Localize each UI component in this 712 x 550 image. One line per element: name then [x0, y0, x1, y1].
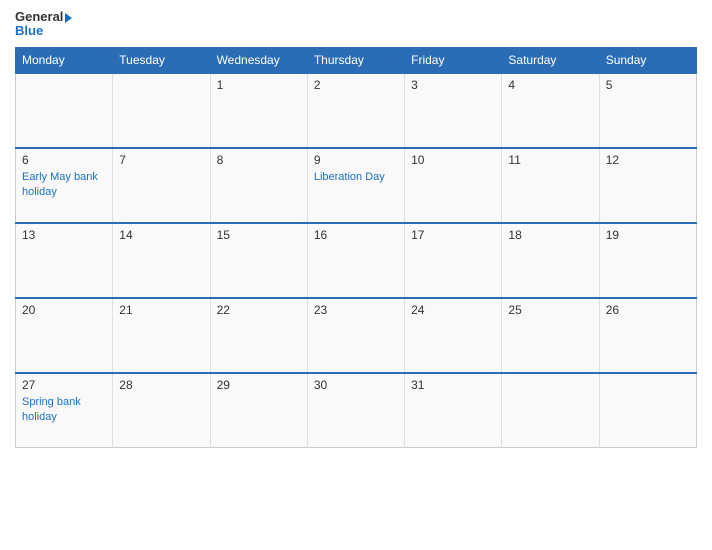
calendar-cell: 1	[210, 73, 307, 148]
day-number: 15	[217, 228, 301, 242]
calendar-cell: 13	[16, 223, 113, 298]
calendar-cell	[113, 73, 210, 148]
calendar-cell: 8	[210, 148, 307, 223]
day-number: 19	[606, 228, 690, 242]
calendar-cell: 6 Early May bank holiday	[16, 148, 113, 223]
calendar-cell: 26	[599, 298, 696, 373]
calendar-cell: 17	[405, 223, 502, 298]
day-number: 28	[119, 378, 203, 392]
calendar-week-row: 6 Early May bank holiday 789 Liberation Day…	[16, 148, 697, 223]
logo-triangle-icon	[65, 13, 72, 23]
calendar-cell: 30	[307, 373, 404, 448]
calendar-cell: 15	[210, 223, 307, 298]
day-number: 27	[22, 378, 106, 392]
calendar-cell: 5	[599, 73, 696, 148]
header: General Blue	[15, 10, 697, 39]
calendar-cell: 18	[502, 223, 599, 298]
calendar-page: General Blue MondayTuesdayWednesdayThurs…	[0, 0, 712, 550]
day-number: 13	[22, 228, 106, 242]
logo-general-text: General	[15, 10, 63, 24]
weekday-header: Thursday	[307, 47, 404, 73]
day-number: 25	[508, 303, 592, 317]
calendar-cell: 29	[210, 373, 307, 448]
calendar-cell	[599, 373, 696, 448]
calendar-cell: 14	[113, 223, 210, 298]
calendar-cell: 11	[502, 148, 599, 223]
day-number: 24	[411, 303, 495, 317]
calendar-week-row: 20 21 22 23 24 25 26	[16, 298, 697, 373]
weekday-header: Monday	[16, 47, 113, 73]
calendar-week-row: 13 14 15 16 17 18 19	[16, 223, 697, 298]
calendar-cell: 31	[405, 373, 502, 448]
calendar-cell: 19	[599, 223, 696, 298]
day-number: 11	[508, 153, 592, 167]
day-number: 4	[508, 78, 592, 92]
day-number: 17	[411, 228, 495, 242]
calendar-week-row: 12345	[16, 73, 697, 148]
calendar-cell: 23	[307, 298, 404, 373]
calendar-cell: 21	[113, 298, 210, 373]
calendar-cell: 4	[502, 73, 599, 148]
weekday-header: Sunday	[599, 47, 696, 73]
day-number: 6	[22, 153, 106, 167]
day-number: 16	[314, 228, 398, 242]
logo: General Blue	[15, 10, 72, 39]
calendar-cell: 7	[113, 148, 210, 223]
calendar-table: MondayTuesdayWednesdayThursdayFridaySatu…	[15, 47, 697, 449]
day-number: 7	[119, 153, 203, 167]
day-number: 23	[314, 303, 398, 317]
day-number: 14	[119, 228, 203, 242]
day-number: 18	[508, 228, 592, 242]
weekday-header: Friday	[405, 47, 502, 73]
day-number: 21	[119, 303, 203, 317]
day-event: Early May bank holiday	[22, 171, 98, 198]
day-event: Spring bank holiday	[22, 396, 81, 423]
day-number: 9	[314, 153, 398, 167]
day-number: 1	[217, 78, 301, 92]
day-number: 29	[217, 378, 301, 392]
calendar-cell: 25	[502, 298, 599, 373]
calendar-cell: 28	[113, 373, 210, 448]
day-number: 31	[411, 378, 495, 392]
calendar-cell	[16, 73, 113, 148]
calendar-cell: 27 Spring bank holiday	[16, 373, 113, 448]
calendar-cell: 20	[16, 298, 113, 373]
calendar-cell: 12	[599, 148, 696, 223]
weekday-row: MondayTuesdayWednesdayThursdayFridaySatu…	[16, 47, 697, 73]
calendar-cell: 24	[405, 298, 502, 373]
weekday-header: Tuesday	[113, 47, 210, 73]
day-number: 12	[606, 153, 690, 167]
calendar-week-row: 27 Spring bank holiday 28 29 30 31	[16, 373, 697, 448]
weekday-header: Saturday	[502, 47, 599, 73]
day-number: 5	[606, 78, 690, 92]
logo-blue-text: Blue	[15, 24, 72, 38]
calendar-cell: 2	[307, 73, 404, 148]
day-number: 3	[411, 78, 495, 92]
day-number: 30	[314, 378, 398, 392]
day-event: Liberation Day	[314, 171, 385, 183]
day-number: 22	[217, 303, 301, 317]
calendar-cell: 9 Liberation Day	[307, 148, 404, 223]
calendar-cell: 10	[405, 148, 502, 223]
day-number: 26	[606, 303, 690, 317]
calendar-header: MondayTuesdayWednesdayThursdayFridaySatu…	[16, 47, 697, 73]
calendar-body: 123456Early May bank holiday789Liberatio…	[16, 73, 697, 448]
day-number: 20	[22, 303, 106, 317]
calendar-cell: 3	[405, 73, 502, 148]
day-number: 2	[314, 78, 398, 92]
calendar-cell: 22	[210, 298, 307, 373]
calendar-cell	[502, 373, 599, 448]
day-number: 10	[411, 153, 495, 167]
day-number: 8	[217, 153, 301, 167]
weekday-header: Wednesday	[210, 47, 307, 73]
calendar-cell: 16	[307, 223, 404, 298]
